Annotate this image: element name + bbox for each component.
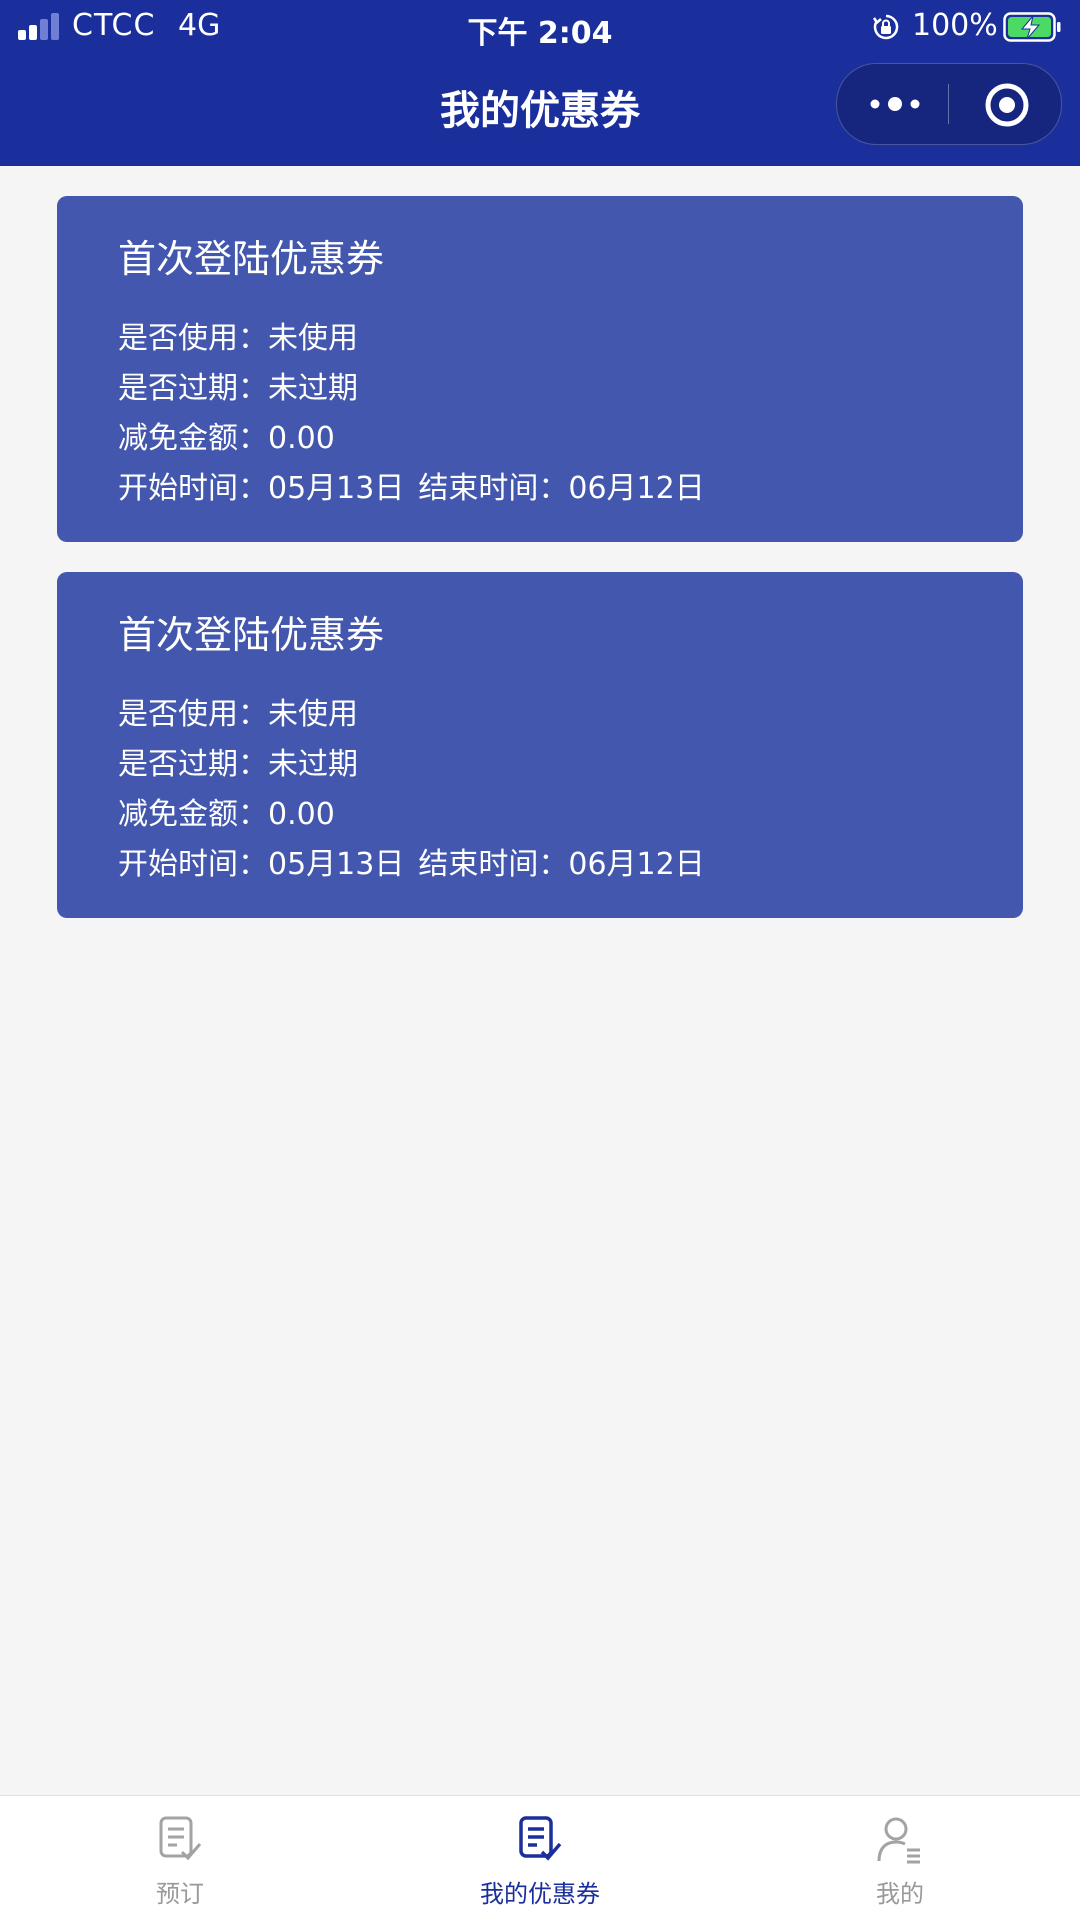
page: CTCC 4G 下午 2:04 100% 我的优惠券 首次登陆优惠券 是否使用：… <box>0 0 1080 1920</box>
end-time-label: 结束时间： <box>418 471 569 506</box>
profile-icon <box>877 1817 920 1864</box>
status-bar: CTCC 4G 下午 2:04 100% <box>0 0 1080 56</box>
expired-status-row: 是否过期：未过期 <box>118 364 705 414</box>
tab-my-coupons[interactable]: 我的优惠券 <box>440 1796 640 1920</box>
start-time-value: 05月13日 <box>268 471 405 506</box>
bottom-tab-bar: 预订 我的优惠券 我的 <box>0 1795 1080 1920</box>
coupon-icon <box>519 1816 562 1861</box>
tab-profile-label: 我的 <box>876 1880 924 1908</box>
discount-label: 减免金额： <box>118 797 268 832</box>
expired-status-label: 是否过期： <box>118 747 268 782</box>
more-dots-icon[interactable] <box>867 89 923 119</box>
coupon-card[interactable]: 首次登陆优惠券 是否使用：未使用 是否过期：未过期 减免金额：0.00 开始时间… <box>57 572 1023 918</box>
discount-row: 减免金额：0.00 <box>118 414 705 464</box>
mini-program-capsule <box>836 63 1062 145</box>
target-icon[interactable] <box>983 81 1031 129</box>
used-status-label: 是否使用： <box>118 321 268 356</box>
expired-status-value: 未过期 <box>268 747 358 782</box>
discount-value: 0.00 <box>268 797 335 832</box>
battery-charging-icon <box>1003 12 1061 42</box>
end-time-label: 结束时间： <box>418 847 569 882</box>
used-status-value: 未使用 <box>268 697 358 732</box>
end-time-value: 06月12日 <box>568 471 705 506</box>
header: CTCC 4G 下午 2:04 100% 我的优惠券 <box>0 0 1080 166</box>
expired-status-row: 是否过期：未过期 <box>118 740 705 790</box>
tab-booking[interactable]: 预订 <box>80 1796 280 1920</box>
orientation-lock-icon <box>872 14 899 40</box>
start-time-label: 开始时间： <box>118 471 268 506</box>
tab-my-coupons-label: 我的优惠券 <box>480 1880 600 1908</box>
expired-status-value: 未过期 <box>268 371 358 406</box>
used-status-value: 未使用 <box>268 321 358 356</box>
coupon-card[interactable]: 首次登陆优惠券 是否使用：未使用 是否过期：未过期 减免金额：0.00 开始时间… <box>57 196 1023 542</box>
tab-profile[interactable]: 我的 <box>800 1796 1000 1920</box>
booking-icon <box>159 1816 202 1861</box>
discount-label: 减免金额： <box>118 421 268 456</box>
used-status-label: 是否使用： <box>118 697 268 732</box>
start-time-label: 开始时间： <box>118 847 268 882</box>
used-status-row: 是否使用：未使用 <box>118 314 705 364</box>
tab-booking-label: 预订 <box>156 1880 204 1908</box>
end-time-value: 06月12日 <box>568 847 705 882</box>
coupon-title: 首次登陆优惠券 <box>118 613 385 657</box>
capsule-divider <box>948 84 949 124</box>
coupon-details: 是否使用：未使用 是否过期：未过期 减免金额：0.00 开始时间：05月13日结… <box>118 690 705 890</box>
coupon-list: 首次登陆优惠券 是否使用：未使用 是否过期：未过期 减免金额：0.00 开始时间… <box>57 196 1023 948</box>
start-time-value: 05月13日 <box>268 847 405 882</box>
validity-row: 开始时间：05月13日 结束时间：06月12日 <box>118 840 705 890</box>
validity-row: 开始时间：05月13日 结束时间：06月12日 <box>118 464 705 514</box>
discount-value: 0.00 <box>268 421 335 456</box>
coupon-details: 是否使用：未使用 是否过期：未过期 减免金额：0.00 开始时间：05月13日结… <box>118 314 705 514</box>
nav-bar: 我的优惠券 <box>0 56 1080 166</box>
used-status-row: 是否使用：未使用 <box>118 690 705 740</box>
expired-status-label: 是否过期： <box>118 371 268 406</box>
coupon-title: 首次登陆优惠券 <box>118 237 385 281</box>
discount-row: 减免金额：0.00 <box>118 790 705 840</box>
battery-percent: 100% <box>912 8 998 43</box>
